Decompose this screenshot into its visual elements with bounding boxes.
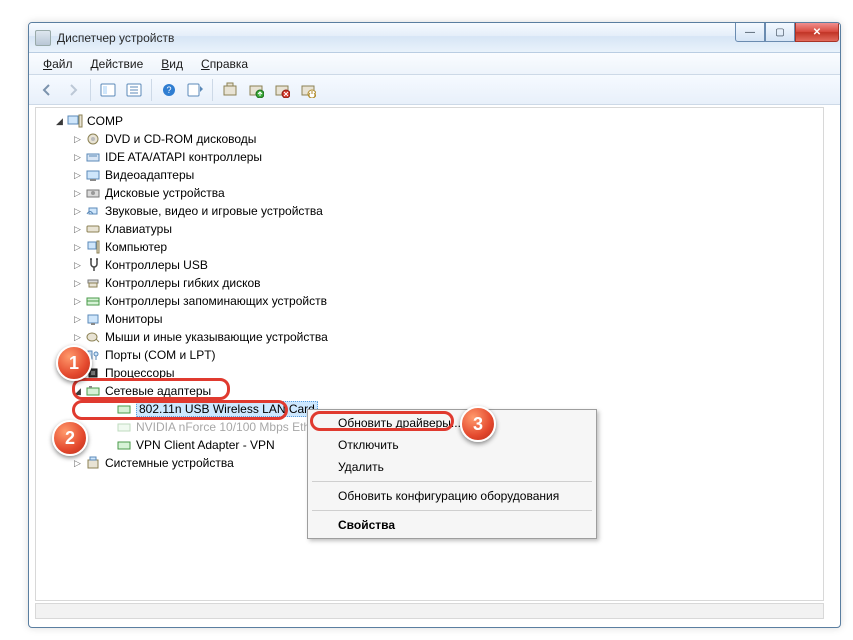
ctx-properties[interactable]: Свойства [310,514,594,536]
device-category-icon [85,311,101,327]
tree-item-label[interactable]: DVD и CD-ROM дисководы [105,132,256,146]
device-category-icon [85,329,101,345]
forward-button[interactable] [61,78,85,102]
close-button[interactable]: ✕ [795,22,839,42]
network-adapter-icon [116,401,132,417]
tree-item-label[interactable]: Контроллеры гибких дисков [105,276,261,290]
device-category-icon [85,257,101,273]
properties-button[interactable] [122,78,146,102]
device-category-icon [85,167,101,183]
toolbar-separator [151,79,152,101]
show-hide-tree-button[interactable] [96,78,120,102]
device-category-icon [85,131,101,147]
device-category-icon [85,149,101,165]
tree-item-label[interactable]: Звуковые, видео и игровые устройства [105,204,323,218]
expand-icon[interactable]: ◢ [54,116,65,127]
device-category-icon [85,203,101,219]
tree-item-label[interactable]: Системные устройства [105,456,234,470]
device-category-icon [85,239,101,255]
expand-icon[interactable]: ▷ [72,368,83,379]
toolbar-separator [90,79,91,101]
titlebar: Диспетчер устройств — ▢ ✕ [29,23,840,53]
expand-icon[interactable]: ◢ [72,386,83,397]
scan-hardware-button[interactable] [218,78,242,102]
device-category-icon [85,293,101,309]
computer-icon [67,113,83,129]
svg-text:?: ? [166,85,171,95]
expand-icon[interactable]: ▷ [72,188,83,199]
tree-root-label[interactable]: COMP [87,114,123,128]
menu-action[interactable]: Действие [83,55,152,73]
update-driver-button[interactable] [244,78,268,102]
app-icon [35,30,51,46]
tree-item-label[interactable]: Порты (COM и LPT) [105,348,216,362]
expand-icon[interactable]: ▷ [72,224,83,235]
window-controls: — ▢ ✕ [735,22,839,42]
tree-item-label[interactable]: Контроллеры запоминающих устройств [105,294,327,308]
expand-icon[interactable]: ▷ [72,152,83,163]
tree-item-label[interactable]: Компьютер [105,240,167,254]
maximize-button[interactable]: ▢ [765,22,795,42]
uninstall-button[interactable] [270,78,294,102]
window-title: Диспетчер устройств [57,31,174,45]
expand-icon[interactable]: ▷ [72,170,83,181]
network-adapter-icon [116,437,132,453]
tree-item-label[interactable]: Мыши и иные указывающие устройства [105,330,328,344]
help-button[interactable]: ? [157,78,181,102]
device-category-icon [85,185,101,201]
expand-icon[interactable]: ▷ [72,134,83,145]
minimize-button[interactable]: — [735,22,765,42]
tree-item-label[interactable]: Мониторы [105,312,162,326]
horizontal-scrollbar[interactable] [35,603,824,619]
expand-icon[interactable]: ▷ [72,260,83,271]
expand-icon[interactable]: ▷ [72,206,83,217]
ctx-separator [312,481,592,482]
device-category-icon [85,275,101,291]
expand-icon[interactable]: ▷ [72,332,83,343]
ctx-update-drivers[interactable]: Обновить драйверы... [310,412,594,434]
tree-item-label[interactable]: Контроллеры USB [105,258,208,272]
ctx-disable[interactable]: Отключить [310,434,594,456]
tree-item-label[interactable]: Процессоры [105,366,175,380]
tree-item-label[interactable]: Сетевые адаптеры [105,384,211,398]
ctx-uninstall[interactable]: Удалить [310,456,594,478]
network-adapter-icon [85,383,101,399]
device-category-icon [85,347,101,363]
menubar: Файл Действие Вид Справка [29,53,840,75]
expand-icon[interactable]: ▷ [72,458,83,469]
menu-help[interactable]: Справка [193,55,256,73]
device-category-icon [85,221,101,237]
network-adapter-icon [116,419,132,435]
back-button[interactable] [35,78,59,102]
tree-item-label[interactable]: Дисковые устройства [105,186,225,200]
tree-item-label[interactable]: Клавиатуры [105,222,172,236]
action-button[interactable] [183,78,207,102]
expand-icon[interactable]: ▷ [72,314,83,325]
tree-item-label[interactable]: IDE ATA/ATAPI контроллеры [105,150,262,164]
expand-icon[interactable]: ▷ [72,296,83,307]
tree-item-label[interactable]: VPN Client Adapter - VPN [136,438,275,452]
toolbar: ? [29,75,840,105]
tree-item-label[interactable]: Видеоадаптеры [105,168,194,182]
context-menu: Обновить драйверы... Отключить Удалить О… [307,409,597,539]
expand-icon[interactable]: ▷ [72,278,83,289]
ctx-scan-hardware[interactable]: Обновить конфигурацию оборудования [310,485,594,507]
disable-button[interactable] [296,78,320,102]
ctx-separator [312,510,592,511]
menu-view[interactable]: Вид [153,55,191,73]
content-area: ◢ COMP ▷ DVD и CD-ROM дисководы ▷ IDE ATA/A… [29,105,840,627]
expand-icon[interactable]: ▷ [72,350,83,361]
system-device-icon [85,455,101,471]
expand-icon[interactable]: ▷ [72,242,83,253]
menu-file[interactable]: Файл [35,55,81,73]
toolbar-separator [212,79,213,101]
device-category-icon [85,365,101,381]
tree-item-label[interactable]: 802.11n USB Wireless LAN Card [136,401,318,417]
